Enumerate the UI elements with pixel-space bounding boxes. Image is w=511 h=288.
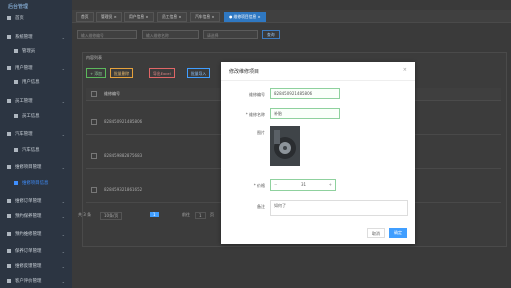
- repair-image[interactable]: [270, 126, 300, 166]
- code-field[interactable]: 828450921485806: [270, 88, 340, 99]
- remark-textarea[interactable]: 如何了: [270, 200, 408, 216]
- name-label: * 维修名称: [245, 112, 265, 117]
- confirm-button[interactable]: 确定: [389, 228, 407, 238]
- cancel-button[interactable]: 取消: [367, 228, 385, 238]
- price-value: 31: [301, 182, 307, 187]
- edit-repair-dialog: 修改维修项目 × 维修编号 828450921485806 * 维修名称 补胎 …: [221, 62, 415, 244]
- increment-button[interactable]: +: [329, 182, 332, 187]
- dialog-title: 修改维修项目: [229, 69, 260, 75]
- code-label: 维修编号: [249, 92, 265, 97]
- decrement-button[interactable]: −: [274, 182, 277, 187]
- close-icon[interactable]: ×: [403, 67, 407, 73]
- remark-label: 备注: [257, 204, 265, 209]
- dialog-divider: [221, 80, 415, 81]
- price-label: * 价格: [253, 183, 265, 188]
- price-stepper[interactable]: − 31 +: [270, 179, 336, 191]
- name-field[interactable]: 补胎: [270, 108, 340, 119]
- image-label: 图片: [257, 130, 265, 135]
